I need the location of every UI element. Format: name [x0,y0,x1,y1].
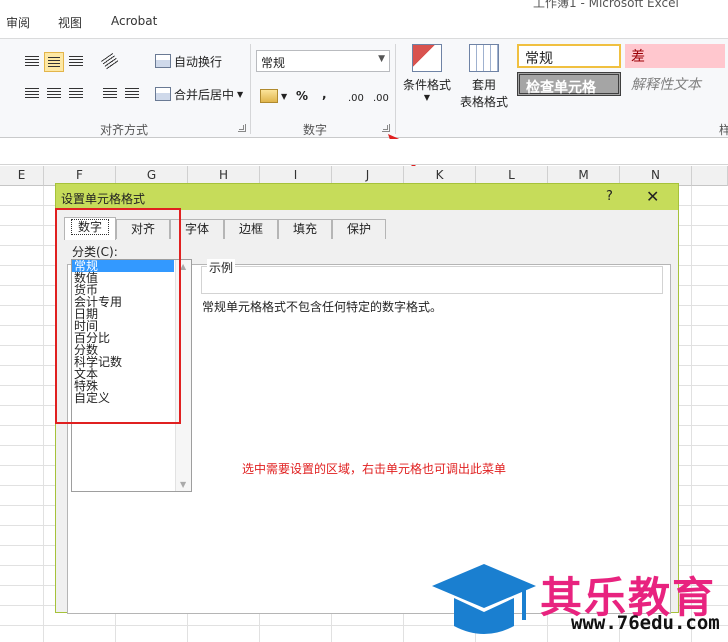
increase-indent-button[interactable] [122,84,142,104]
format-description: 常规单元格格式不包含任何特定的数字格式。 [202,300,443,314]
number-format-value: 常规 [261,56,286,70]
comma-style-button[interactable]: , [322,84,327,104]
align-left-button[interactable] [22,84,42,104]
graduation-cap-icon [432,564,536,634]
merge-center-button[interactable]: 合并后居中 ▼ [155,84,243,104]
style-explanatory[interactable]: 解释性文本 [625,72,725,96]
dialog-title-bar[interactable]: 设置单元格格式 ? ✕ [56,184,678,210]
wrap-text-label: 自动换行 [174,54,223,69]
style-bad[interactable]: 差 [625,44,725,68]
window-title: 工作簿1 - Microsoft Excel [533,0,679,10]
ribbon-tab-bar: 工作簿1 - Microsoft Excel 审阅 视图 Acrobat [0,0,728,38]
close-icon[interactable]: ✕ [646,187,659,206]
styles-group-label: 样 [719,123,728,137]
align-right-button[interactable] [66,84,86,104]
align-middle-button[interactable] [44,52,64,72]
format-as-table-button[interactable]: 套用 表格格式 [454,44,514,110]
scroll-down-icon[interactable]: ▼ [180,480,186,489]
style-normal[interactable]: 常规 [517,44,621,68]
tab-acrobat[interactable]: Acrobat [111,14,157,28]
alignment-group-label: 对齐方式 [100,123,149,137]
conditional-format-label: 条件格式 [402,78,451,92]
tab-fill[interactable]: 填充 [278,219,332,239]
format-as-table-label-1: 套用 [471,78,496,92]
column-header-e[interactable]: E [0,166,44,186]
sample-label: 示例 [207,259,236,276]
help-icon[interactable]: ? [606,189,613,204]
wrap-text-button[interactable]: 自动换行 [155,51,222,71]
annotation-highlight-box [55,208,181,424]
currency-icon [260,89,278,103]
tab-border[interactable]: 边框 [224,219,278,239]
number-group-label: 数字 [303,123,328,137]
chevron-down-icon: ▼ [237,89,244,99]
increase-decimal-button[interactable]: .00 [348,88,364,108]
tab-review[interactable]: 审阅 [6,14,30,31]
dialog-title: 设置单元格格式 [61,192,146,206]
accounting-format-button[interactable]: ▼ [260,86,287,106]
tab-view[interactable]: 视图 [58,14,82,31]
text-orientation-button[interactable] [100,52,120,72]
sample-box [201,266,663,294]
align-center-button[interactable] [44,84,64,104]
conditional-format-icon [412,44,442,72]
decrease-decimal-button[interactable]: .00 [373,88,389,108]
formula-bar[interactable] [0,139,728,165]
wrap-text-icon [155,54,171,68]
percent-style-button[interactable]: % [296,86,308,106]
format-as-table-label-2: 表格格式 [459,95,508,109]
style-check-cell[interactable]: 检查单元格 [517,72,621,96]
tab-protection[interactable]: 保护 [332,219,386,239]
column-header-partial[interactable] [692,166,728,186]
chevron-down-icon: ▼ [281,91,288,101]
conditional-format-button[interactable]: 条件格式 ▼ [400,44,454,102]
merge-center-label: 合并后居中 [174,87,235,102]
format-as-table-icon [469,44,499,72]
decrease-indent-button[interactable] [100,84,120,104]
watermark-url: www.76edu.com [571,612,720,634]
align-bottom-button[interactable] [66,52,86,72]
group-divider [250,44,251,134]
chevron-down-icon: ▼ [423,93,431,102]
annotation-note: 选中需要设置的区域，右击单元格也可调出此菜单 [242,462,507,476]
number-format-dropdown[interactable]: 常规 ▼ [256,50,390,72]
alignment-dialog-launcher-icon[interactable] [238,124,246,132]
align-top-button[interactable] [22,52,42,72]
chevron-down-icon: ▼ [378,54,385,64]
merge-center-icon [155,87,171,101]
